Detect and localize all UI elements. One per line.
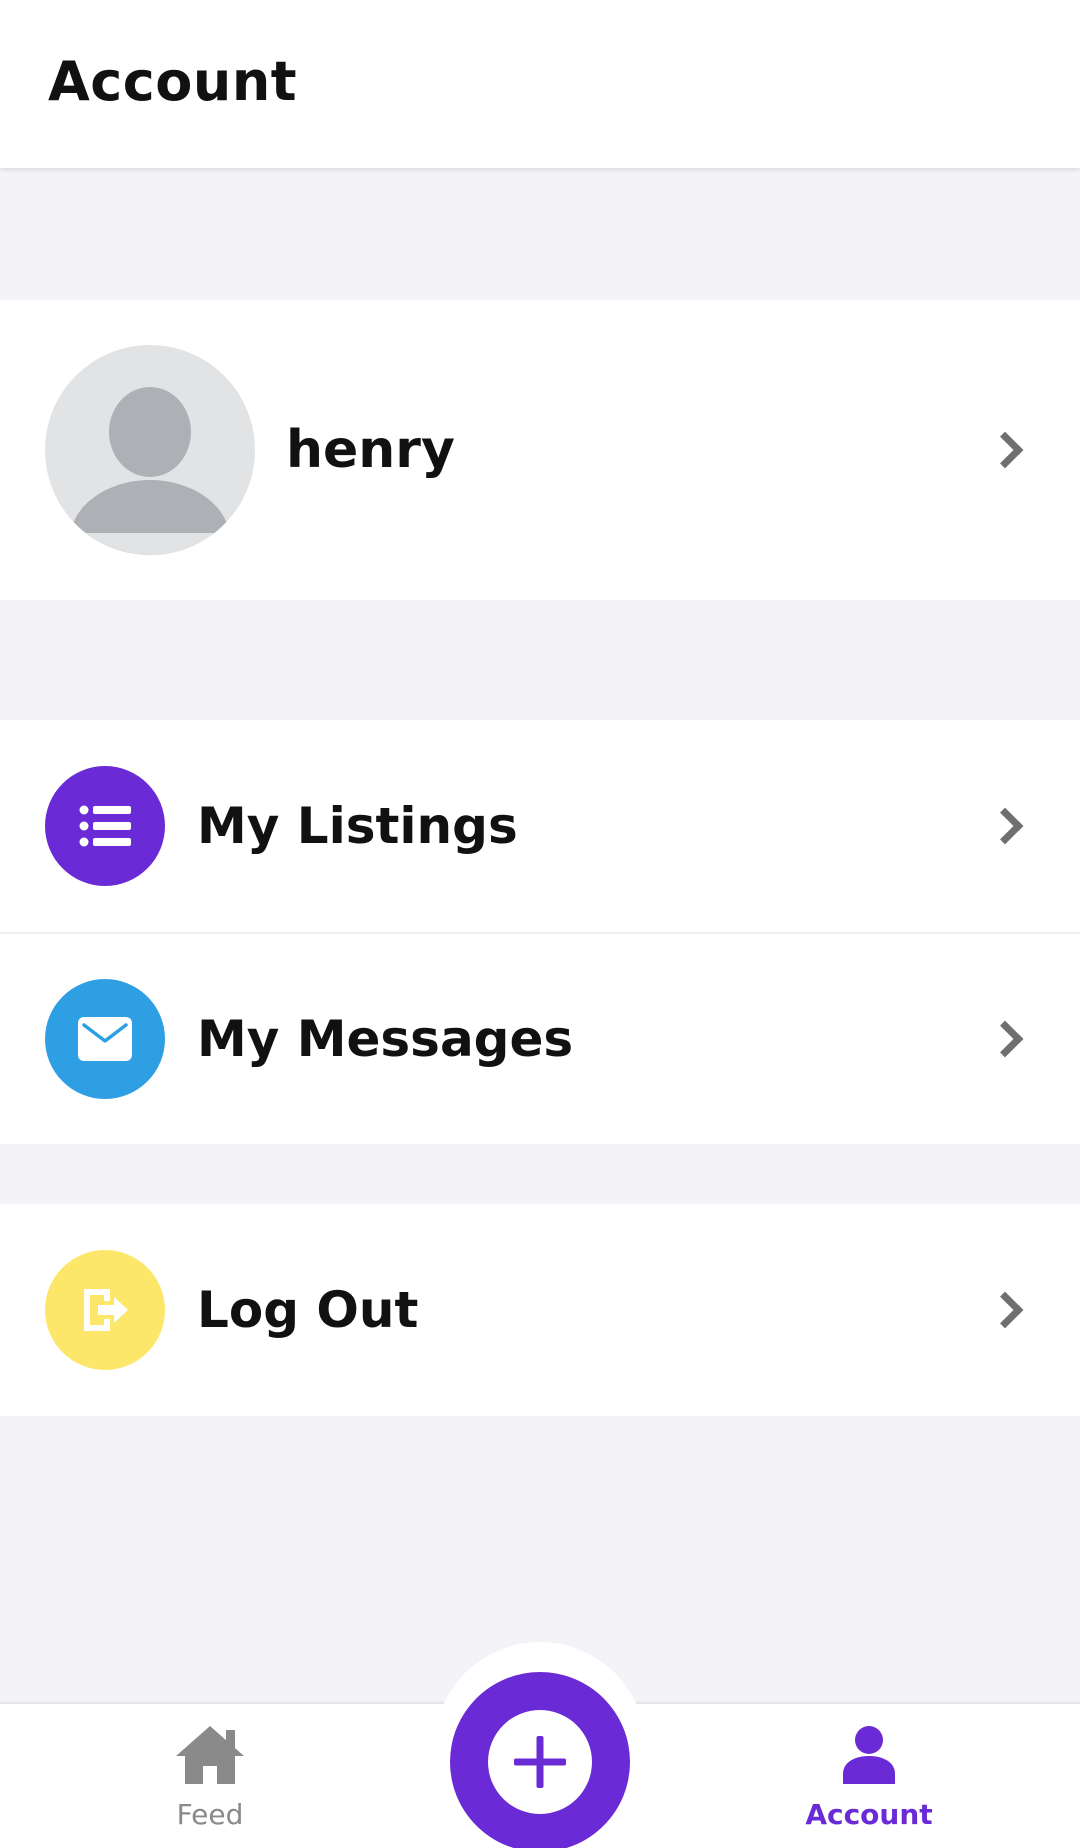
chevron-right-icon <box>986 807 1024 845</box>
app-header: Account <box>0 0 1080 168</box>
list-icon <box>45 766 165 886</box>
chevron-right-icon <box>986 431 1024 469</box>
home-icon <box>176 1726 244 1784</box>
logout-icon <box>45 1250 165 1370</box>
my-messages-item[interactable]: My Messages <box>0 932 1080 1144</box>
add-listing-button[interactable] <box>450 1672 630 1848</box>
person-icon <box>843 1726 895 1784</box>
chevron-right-icon <box>986 1020 1024 1058</box>
avatar <box>45 345 255 555</box>
profile-section: henry <box>0 300 1080 600</box>
menu-section-main: My Listings My Messages <box>0 720 1080 1144</box>
profile-row[interactable]: henry <box>0 300 1080 600</box>
profile-name: henry <box>286 420 455 480</box>
tab-account-label: Account <box>805 1798 933 1831</box>
envelope-icon <box>45 979 165 1099</box>
menu-section-logout: Log Out <box>0 1204 1080 1416</box>
my-listings-item[interactable]: My Listings <box>0 720 1080 932</box>
tab-account[interactable]: Account <box>769 1724 969 1831</box>
plus-icon <box>514 1736 566 1788</box>
tab-feed[interactable]: Feed <box>110 1724 310 1831</box>
log-out-label: Log Out <box>197 1281 419 1339</box>
chevron-right-icon <box>986 1291 1024 1329</box>
log-out-item[interactable]: Log Out <box>0 1204 1080 1416</box>
my-messages-label: My Messages <box>197 1010 574 1068</box>
tab-feed-label: Feed <box>176 1798 244 1831</box>
account-screen: Account henry My Listings My Messages Lo… <box>0 0 1080 1848</box>
my-listings-label: My Listings <box>197 797 518 855</box>
page-title: Account <box>48 50 298 113</box>
